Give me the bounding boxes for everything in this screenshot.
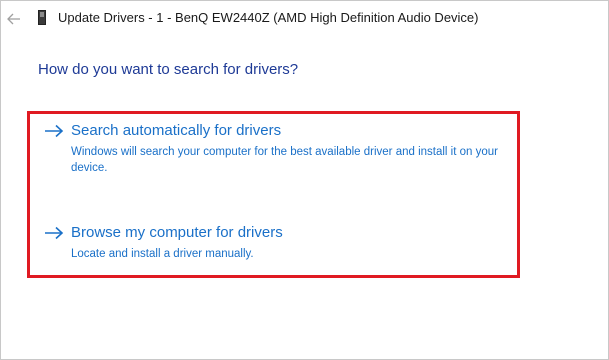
back-arrow-icon[interactable] — [5, 10, 23, 28]
right-arrow-icon — [44, 124, 64, 138]
window-title: Update Drivers - 1 - BenQ EW2440Z (AMD H… — [58, 10, 479, 25]
browse-computer-option[interactable]: Browse my computer for drivers Locate an… — [44, 224, 514, 264]
option-title: Search automatically for drivers — [71, 122, 282, 139]
search-automatically-option[interactable]: Search automatically for drivers Windows… — [44, 122, 514, 174]
page-heading: How do you want to search for drivers? — [38, 61, 299, 78]
device-icon — [38, 10, 46, 25]
update-drivers-window: Update Drivers - 1 - BenQ EW2440Z (AMD H… — [0, 0, 609, 360]
option-description: Windows will search your computer for th… — [71, 146, 498, 174]
option-description: Locate and install a driver manually. — [71, 248, 254, 260]
title-bar: Update Drivers - 1 - BenQ EW2440Z (AMD H… — [1, 1, 608, 35]
option-title: Browse my computer for drivers — [71, 224, 283, 241]
right-arrow-icon — [44, 226, 64, 240]
